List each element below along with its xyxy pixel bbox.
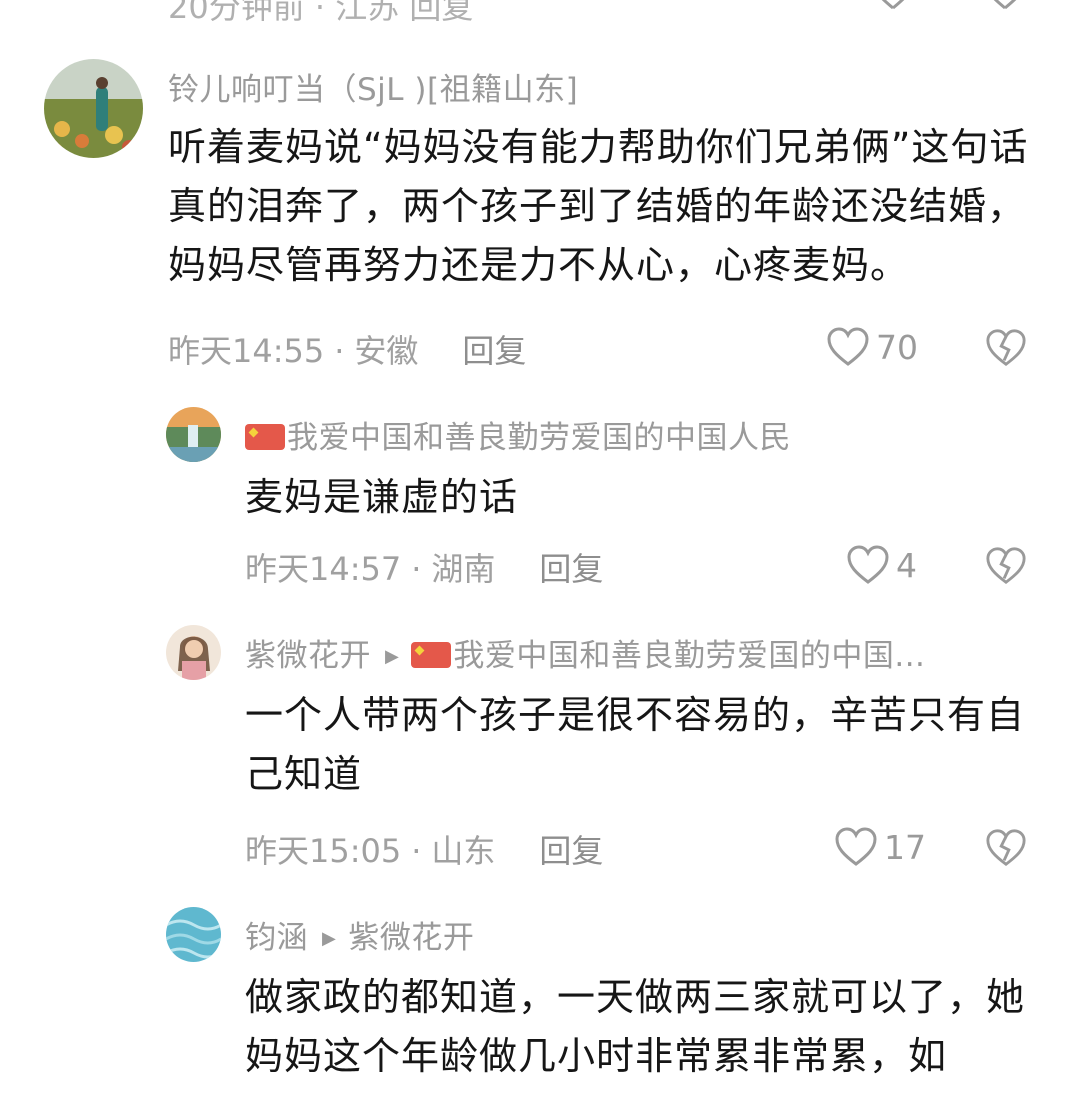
avatar[interactable] xyxy=(166,407,221,462)
username[interactable]: 我爱中国和善良勤劳爱国的中国人民 xyxy=(245,412,791,457)
comment-meta: 昨天15:05 · 山东 回复 xyxy=(245,832,604,870)
reply-button[interactable]: 回复 xyxy=(539,550,603,588)
triangle-right-icon: ▶ xyxy=(385,646,400,667)
heart-outline-icon[interactable] xyxy=(873,0,913,10)
like-count: 4 xyxy=(896,545,917,585)
china-flag-icon xyxy=(411,642,452,668)
triangle-right-icon: ▶ xyxy=(322,928,337,949)
like-button[interactable]: 4 xyxy=(846,543,917,587)
location: 湖南 xyxy=(431,550,496,588)
broken-heart-icon[interactable] xyxy=(985,0,1025,10)
avatar[interactable] xyxy=(44,59,143,158)
china-flag-icon xyxy=(245,424,285,450)
like-count: 17 xyxy=(884,827,926,867)
broken-heart-icon[interactable] xyxy=(985,327,1027,369)
location: 山东 xyxy=(431,832,496,870)
heart-outline-icon xyxy=(847,545,889,584)
timestamp: 昨天15:05 xyxy=(245,832,402,870)
like-count: 70 xyxy=(876,327,918,367)
comment-text: 一个人带两个孩子是很不容易的，辛苦只有自己知道 xyxy=(245,693,1026,796)
broken-heart-icon[interactable] xyxy=(985,545,1027,587)
like-button[interactable]: 17 xyxy=(834,825,926,869)
avatar[interactable] xyxy=(166,625,221,680)
location: 安徽 xyxy=(354,332,419,370)
username[interactable]: 钧涵 ▶ 紫微花开 xyxy=(245,912,474,957)
heart-outline-icon xyxy=(827,327,869,366)
username[interactable]: 铃儿响叮当（SjL )[祖籍山东] xyxy=(168,64,578,109)
comment-meta: 昨天14:55 · 安徽 回复 xyxy=(168,332,527,370)
heart-outline-icon xyxy=(835,827,877,866)
comment-meta: 昨天14:57 · 湖南 回复 xyxy=(245,550,604,588)
avatar[interactable] xyxy=(166,907,221,962)
like-button[interactable]: 70 xyxy=(826,325,918,369)
reply-button[interactable]: 回复 xyxy=(462,332,526,370)
reply-button[interactable]: 回复 xyxy=(539,832,603,870)
comment-text: 听着麦妈说“妈妈没有能力帮助你们兄弟俩”这句话真的泪奔了，两个孩子到了结婚的年龄… xyxy=(168,125,1029,287)
broken-heart-icon[interactable] xyxy=(985,827,1027,869)
timestamp: 昨天14:57 xyxy=(245,550,402,588)
timestamp: 昨天14:55 xyxy=(168,332,325,370)
comment-text: 麦妈是谦虚的话 xyxy=(245,475,519,519)
previous-comment-meta: 20分钟前 · 江苏 回复 xyxy=(168,0,474,26)
username[interactable]: 紫微花开 ▶ 我爱中国和善良勤劳爱国的中国... xyxy=(245,630,925,675)
comment-text: 做家政的都知道，一天做两三家就可以了，她妈妈这个年龄做几小时非常累非常累，如 xyxy=(245,975,1026,1078)
